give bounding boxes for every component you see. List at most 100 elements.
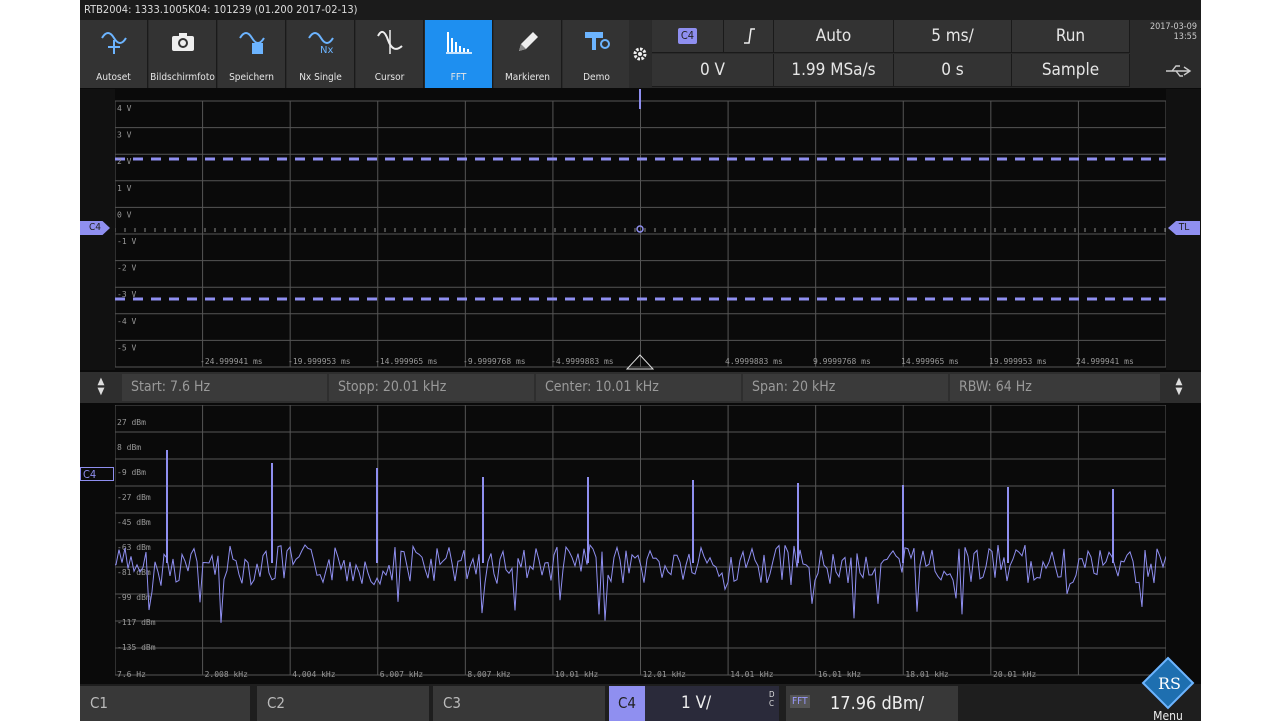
save-button[interactable]: Speichern: [218, 20, 286, 88]
upper-x-label: -9.9999768 ms: [463, 357, 526, 366]
annotate-label: Markieren: [505, 72, 550, 83]
fft-parameter-bar: ▲ ▼ Start: 7.6 Hz Stopp: 20.01 kHz Center…: [80, 372, 1201, 403]
camera-icon: [172, 33, 194, 51]
channel-c4-badge: C4: [609, 686, 645, 721]
fft-panel[interactable]: 27 dBm 8 dBm -9 dBm -27 dBm -45 dBm -63 dBm -8…: [115, 405, 1166, 683]
timebase-cell[interactable]: 5 ms/: [894, 20, 1012, 53]
time-domain-plot: 4 V 3 V 2 V 1 V 0 V -1 V -2 V -3 V -4 V -5 V -24.9…: [115, 89, 1166, 370]
upper-x-label: 14.999965 ms: [901, 357, 959, 366]
upper-y-label: 0 V: [117, 210, 132, 219]
fft-x-label: 10.01 kHz: [555, 670, 599, 679]
upper-y-label: -3 V: [117, 290, 136, 299]
trigger-source-badge: C4: [677, 28, 698, 44]
svg-text:Nx: Nx: [320, 45, 333, 56]
fft-y-label: -117 dBm: [117, 618, 156, 627]
channel-c4-scale: 1 V/: [681, 693, 712, 713]
demo-label: Demo: [583, 72, 610, 83]
upper-x-label: -19.999953 ms: [288, 357, 351, 366]
pencil-icon: [519, 32, 538, 51]
rising-edge-icon: [743, 28, 755, 44]
fft-scale-cell[interactable]: FFT 17.96 dBm/: [786, 686, 958, 721]
nx-single-label: Nx Single: [299, 72, 342, 83]
datetime: 2017-03-09 13:55: [1149, 22, 1197, 42]
fft-y-label: -27 dBm: [117, 493, 151, 502]
save-waveform-icon: [239, 32, 265, 54]
fft-scale-value: 17.96 dBm/: [830, 693, 925, 714]
upper-y-label: 2 V: [117, 157, 132, 166]
horizontal-position-cell[interactable]: 0 s: [894, 54, 1012, 87]
fft-plot: 27 dBm8 dBm-9 dBm-27 dBm-45 dBm-63 dBm-8…: [115, 405, 1166, 679]
rs-logo-icon: RS: [1141, 656, 1195, 710]
gear-icon: [633, 47, 647, 61]
fft-span[interactable]: Span: 20 kHz: [743, 374, 948, 401]
sample-rate-cell[interactable]: 1.99 MSa/s: [774, 54, 894, 87]
upper-y-label: 1 V: [117, 184, 132, 193]
channel-c3[interactable]: C3: [433, 686, 605, 721]
upper-x-label: -4.9999883 ms: [551, 357, 614, 366]
fft-button[interactable]: FFT: [425, 20, 493, 88]
oscilloscope-screen: RTB2004: 1333.1005K04: 101239 (01.200 20…: [80, 0, 1201, 721]
screenshot-button[interactable]: Bildschirmfoto: [149, 20, 217, 88]
upper-x-label: 9.9999768 ms: [813, 357, 871, 366]
title-bar: RTB2004: 1333.1005K04: 101239 (01.200 20…: [80, 0, 1201, 20]
menu-button[interactable]: RS Menu: [1138, 656, 1198, 721]
status-area: 2017-03-09 13:55: [1130, 20, 1201, 88]
fft-x-label: 4.004 kHz: [292, 670, 336, 679]
fft-rbw[interactable]: RBW: 64 Hz: [950, 374, 1160, 401]
trigger-slope-cell[interactable]: [724, 20, 774, 53]
nx-single-button[interactable]: Nx Nx Single: [287, 20, 355, 88]
menu-label: Menu: [1153, 709, 1183, 721]
fft-label: FFT: [450, 72, 467, 83]
fft-x-label: 12.01 kHz: [643, 670, 687, 679]
fft-stop[interactable]: Stopp: 20.01 kHz: [329, 374, 534, 401]
channel-c4[interactable]: C4 1 V/ DC: [609, 686, 779, 721]
upper-y-label: -2 V: [117, 264, 136, 273]
fft-y-label: -135 dBm: [117, 643, 156, 652]
nx-single-icon: Nx: [308, 32, 334, 56]
fft-bar-right-arrows[interactable]: ▲ ▼: [1172, 377, 1186, 397]
fft-x-label: 14.01 kHz: [730, 670, 774, 679]
svg-text:RS: RS: [1158, 674, 1181, 693]
autoset-icon: [101, 32, 127, 54]
fft-icon: [446, 32, 472, 54]
fft-x-label: 18.01 kHz: [905, 670, 949, 679]
usb-icon: [1166, 65, 1192, 77]
time-domain-panel[interactable]: 4 V 3 V 2 V 1 V 0 V -1 V -2 V -3 V -4 V -5 V -24.9…: [115, 89, 1166, 370]
fft-x-label: 20.01 kHz: [993, 670, 1037, 679]
fft-x-label: 7.6 Hz: [117, 670, 146, 679]
autoset-button[interactable]: Autoset: [80, 20, 148, 88]
trigger-source-cell[interactable]: C4: [652, 20, 724, 53]
fft-x-label: 16.01 kHz: [818, 670, 862, 679]
autoset-label: Autoset: [96, 72, 131, 83]
toolbar: Autoset Bildschirmfoto Speichern Nx Nx S…: [80, 20, 1201, 88]
run-state-cell[interactable]: Run: [1012, 20, 1130, 53]
upper-x-label: 4.9999883 ms: [725, 357, 783, 366]
annotate-button[interactable]: Markieren: [494, 20, 562, 88]
upper-y-label: -4 V: [117, 317, 136, 326]
cursor-icon: [377, 30, 403, 54]
lower-channel-marker[interactable]: C4: [80, 467, 114, 481]
upper-y-label: 4 V: [117, 104, 132, 113]
fft-y-label: -45 dBm: [117, 518, 151, 527]
channel-c4-coupling: DC: [769, 690, 775, 708]
channel-c1[interactable]: C1: [80, 686, 250, 721]
screenshot-label: Bildschirmfoto: [150, 72, 215, 83]
fft-center[interactable]: Center: 10.01 kHz: [536, 374, 741, 401]
fft-start[interactable]: Start: 7.6 Hz: [122, 374, 327, 401]
fft-y-label: -9 dBm: [117, 468, 146, 477]
fft-y-label: -63 dBm: [117, 543, 151, 552]
trigger-level-cell[interactable]: 0 V: [652, 54, 774, 87]
save-label: Speichern: [229, 72, 274, 83]
acquisition-mode-cell[interactable]: Sample: [1012, 54, 1130, 87]
upper-x-label: -24.999941 ms: [200, 357, 263, 366]
cursor-button[interactable]: Cursor: [356, 20, 424, 88]
channel-bar: C1 C2 C3 C4 1 V/ DC FFT 17.96 dBm/ RS Me…: [80, 656, 1201, 721]
settings-button[interactable]: [629, 20, 651, 88]
trigger-mode-cell[interactable]: Auto: [774, 20, 894, 53]
upper-y-label: -1 V: [117, 237, 136, 246]
fft-bar-left-arrows[interactable]: ▲ ▼: [94, 377, 108, 397]
fft-x-label: 8.007 kHz: [467, 670, 511, 679]
channel-c2[interactable]: C2: [257, 686, 429, 721]
cursor-label: Cursor: [374, 72, 405, 83]
demo-button[interactable]: Demo: [563, 20, 631, 88]
